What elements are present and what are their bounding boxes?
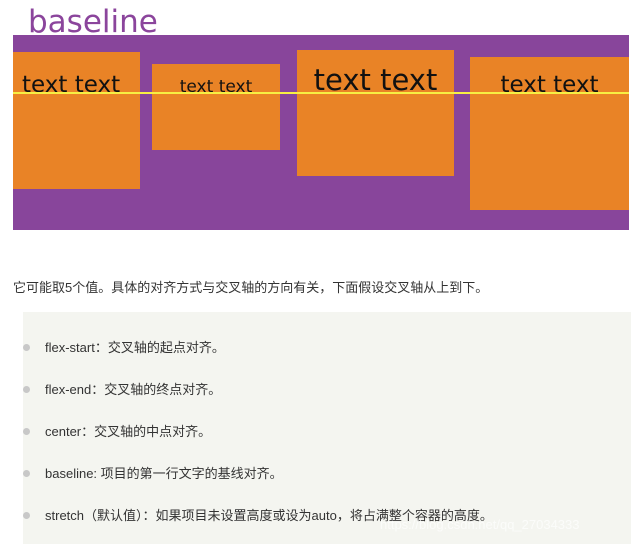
flex-item-label: text text — [313, 63, 438, 97]
flex-item-1: text text — [13, 52, 140, 189]
bullet-icon — [23, 512, 30, 519]
list-item: center：交叉轴的中点对齐。 — [23, 422, 212, 442]
list-item-text: baseline: 项目的第一行文字的基线对齐。 — [45, 466, 283, 481]
list-item-text: flex-start：交叉轴的起点对齐。 — [45, 340, 225, 355]
flex-item-3: text text — [297, 50, 454, 176]
bullet-icon — [23, 428, 30, 435]
list-item: baseline: 项目的第一行文字的基线对齐。 — [23, 464, 283, 484]
flex-item-2: text text — [152, 64, 280, 150]
bullet-icon — [23, 344, 30, 351]
bullet-icon — [23, 470, 30, 477]
baseline-guide-line — [13, 92, 629, 94]
list-item: flex-start：交叉轴的起点对齐。 — [23, 338, 225, 358]
list-item: flex-end：交叉轴的终点对齐。 — [23, 380, 222, 400]
intro-paragraph: 它可能取5个值。具体的对齐方式与交叉轴的方向有关，下面假设交叉轴从上到下。 — [13, 280, 489, 295]
list-item-text: center：交叉轴的中点对齐。 — [45, 424, 212, 439]
flex-container-demo: text text text text text text text text — [13, 35, 629, 230]
watermark: https://blog.csdn.net/qq_27034333 — [380, 517, 580, 532]
flex-item-4: text text — [470, 57, 629, 210]
bullet-icon — [23, 386, 30, 393]
list-item-text: flex-end：交叉轴的终点对齐。 — [45, 382, 222, 397]
